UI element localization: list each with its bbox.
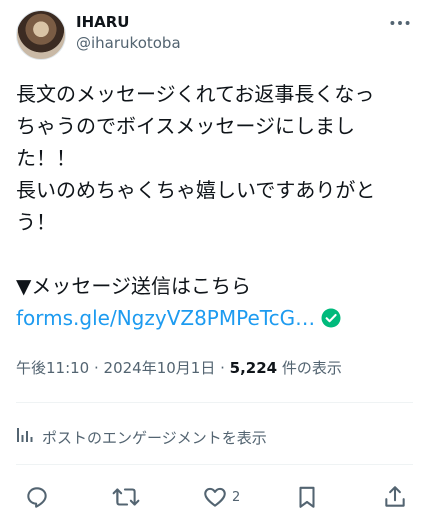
views-count: 5,224 — [229, 359, 278, 377]
tweet-meta: 午後11:10 · 2024年10月1日 · 5,224 件の表示 — [16, 357, 342, 379]
share-icon — [382, 484, 408, 510]
form-link[interactable]: forms.gle/NgzyVZ8PMPeTcG… — [16, 306, 315, 330]
tweet-text: 長文のメッセージくれてお返事長くなっ ちゃうのでボイスメッセージにしまし た！！… — [16, 78, 408, 334]
tweet-time[interactable]: 午後11:10 — [16, 359, 89, 377]
share-button[interactable] — [382, 482, 408, 512]
views-label: 件の表示 — [277, 359, 342, 377]
tweet-line: ▼メッセージ送信はこちら — [16, 274, 251, 298]
avatar[interactable] — [16, 10, 66, 60]
display-name[interactable]: IHARU — [76, 12, 181, 32]
like-button[interactable]: 2 — [202, 482, 240, 512]
analytics-icon — [16, 426, 42, 450]
more-icon[interactable] — [387, 10, 413, 36]
divider — [16, 402, 413, 403]
reply-icon — [24, 484, 50, 510]
tweet-header: IHARU @iharukotoba — [16, 10, 413, 62]
repost-button[interactable] — [112, 482, 140, 512]
tweet-line: 長いのめちゃくちゃ嬉しいですありがと — [16, 178, 376, 202]
view-engagements-link[interactable]: ポストのエンゲージメントを表示 — [16, 426, 267, 450]
like-count: 2 — [232, 489, 241, 505]
tweet-line: ちゃうのでボイスメッセージにしまし — [16, 114, 355, 138]
reply-button[interactable] — [24, 482, 50, 512]
action-bar: 2 — [0, 482, 427, 516]
meta-separator: · — [215, 359, 230, 377]
tweet-line: う！ — [16, 210, 56, 234]
author-names: IHARU @iharukotoba — [76, 12, 181, 54]
handle[interactable]: @iharukotoba — [76, 32, 181, 54]
bookmark-icon — [294, 484, 320, 510]
tweet-line: 長文のメッセージくれてお返事長くなっ — [16, 82, 375, 106]
view-engagements-label: ポストのエンゲージメントを表示 — [42, 429, 267, 447]
like-icon — [202, 484, 228, 510]
tweet-line: た！！ — [16, 146, 76, 170]
tweet-date[interactable]: 2024年10月1日 — [104, 359, 216, 377]
meta-separator: · — [89, 359, 104, 377]
divider — [16, 464, 413, 465]
repost-icon — [112, 484, 140, 510]
tweet-link-line: forms.gle/NgzyVZ8PMPeTcG… — [16, 302, 408, 334]
bookmark-button[interactable] — [294, 482, 320, 512]
verified-check-icon — [321, 305, 341, 328]
